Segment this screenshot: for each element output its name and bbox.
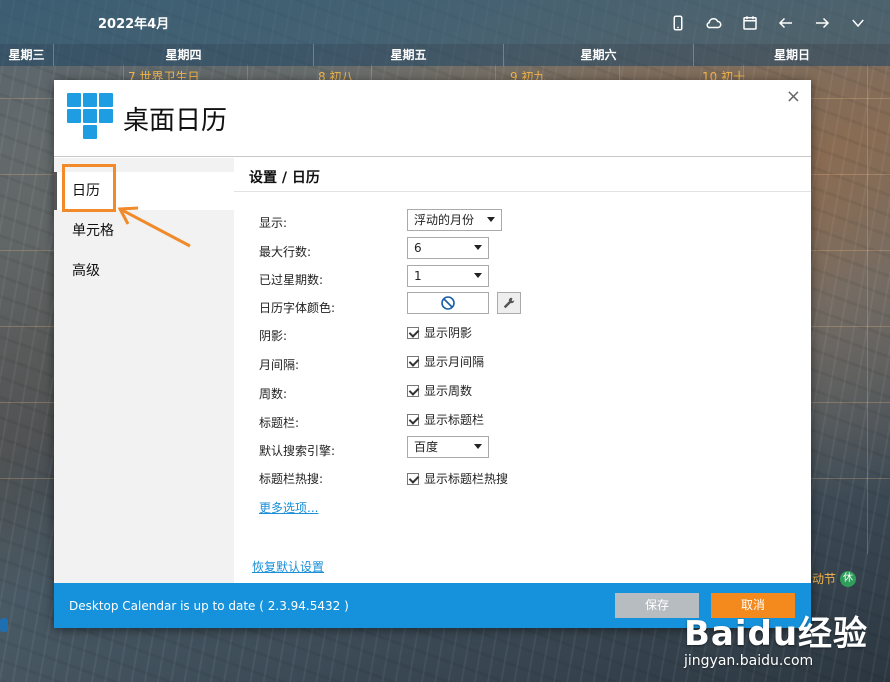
more-options-link[interactable]: 更多选项... [259,499,318,516]
checkbox-checked[interactable] [407,384,419,397]
highlight-box [62,164,116,212]
shadow-checkbox[interactable]: 显示阴影 [407,324,472,341]
checkbox-label: 显示阴影 [424,326,473,340]
hot-search-checkbox[interactable]: 显示标题栏热搜 [407,470,508,487]
chevron-down-icon[interactable] [840,12,876,34]
holiday-cell[interactable]: 动节 休 [812,570,857,587]
setting-label: 日历字体颜色: [259,301,336,315]
titlebar-checkbox[interactable]: 显示标题栏 [407,411,484,428]
dialog-title: 桌面日历 [123,106,228,136]
dialog-header: 桌面日历 × [54,80,811,157]
calendar-month: 2022年4月 [98,17,170,32]
weekday-label: 星期三 [0,44,54,66]
setting-label: 月间隔: [259,358,300,372]
setting-label: 阴影: [259,329,288,343]
phone-icon[interactable] [660,12,696,34]
setting-label: 标题栏热搜: [259,472,324,486]
setting-label: 最大行数: [259,245,312,259]
setting-label: 已过星期数: [259,273,324,287]
checkbox-checked[interactable] [407,472,419,485]
week-number-checkbox[interactable]: 显示周数 [407,382,472,399]
chevron-down-icon [487,217,495,222]
chevron-down-icon [474,273,482,278]
wrench-button[interactable] [497,292,521,314]
search-engine-value: 百度 [414,440,439,454]
checkbox-checked[interactable] [407,413,419,426]
arrow-left-icon[interactable] [768,12,804,34]
weekday-label: 星期四 [54,44,314,66]
sidebar-item-advanced[interactable]: 高级 [54,252,234,290]
chevron-down-icon [474,245,482,250]
weekday-row: 星期三 星期四 星期五 星期六 星期日 [0,44,890,66]
setting-label: 标题栏: [259,416,300,430]
checkbox-label: 显示月间隔 [424,355,485,369]
weekday-label: 星期六 [504,44,694,66]
month-gap-checkbox[interactable]: 显示月间隔 [407,353,484,370]
past-weeks-value: 1 [414,269,422,283]
past-weeks-select[interactable]: 1 [407,265,489,287]
climber-figure [0,618,8,632]
search-engine-select[interactable]: 百度 [407,436,489,458]
checkbox-label: 显示标题栏热搜 [424,472,509,486]
calendar-header: 2022年4月 [0,0,890,44]
close-icon[interactable]: × [786,86,801,107]
app-logo-icon [67,93,114,143]
calendar-icon[interactable] [732,12,768,34]
setting-label: 周数: [259,387,288,401]
watermark: Baidu经验 jingyan.baidu.com [684,606,868,669]
arrow-right-icon[interactable] [804,12,840,34]
watermark-url: jingyan.baidu.com [684,653,814,669]
weekday-label: 星期五 [314,44,504,66]
baidu-logo: Baidu经验 [684,614,869,654]
holiday-label: 动节 [812,572,837,586]
no-color-icon [441,296,455,310]
calendar-toolbar [660,12,876,34]
setting-label: 默认搜索引擎: [259,444,336,458]
chevron-down-icon [474,444,482,449]
annotation-arrow-icon [117,206,191,248]
checkbox-label: 显示周数 [424,384,473,398]
checkbox-label: 显示标题栏 [424,413,485,427]
max-rows-select[interactable]: 6 [407,237,489,259]
restore-defaults-link[interactable]: 恢复默认设置 [252,558,324,575]
checkbox-checked[interactable] [407,355,419,368]
holiday-badge: 休 [840,570,857,587]
settings-content: 设置 / 日历 显示: 浮动的月份 最大行数: 6 已过星期数: 1 日历字体颜… [234,158,811,583]
cloud-icon[interactable] [696,12,732,34]
weekday-label: 星期日 [773,48,810,62]
font-color-picker[interactable] [407,292,489,314]
setting-label: 显示: [259,216,288,230]
settings-dialog: 桌面日历 × 日历 单元格 高级 设置 / 日历 显示: 浮动的月份 最大行数:… [54,80,811,628]
display-value: 浮动的月份 [414,213,475,227]
update-status: Desktop Calendar is up to date ( 2.3.94.… [69,599,349,613]
content-title: 设置 / 日历 [249,170,320,186]
divider [234,191,811,192]
wrench-icon [503,297,515,309]
display-select[interactable]: 浮动的月份 [407,209,502,231]
max-rows-value: 6 [414,241,422,255]
checkbox-checked[interactable] [407,326,419,339]
